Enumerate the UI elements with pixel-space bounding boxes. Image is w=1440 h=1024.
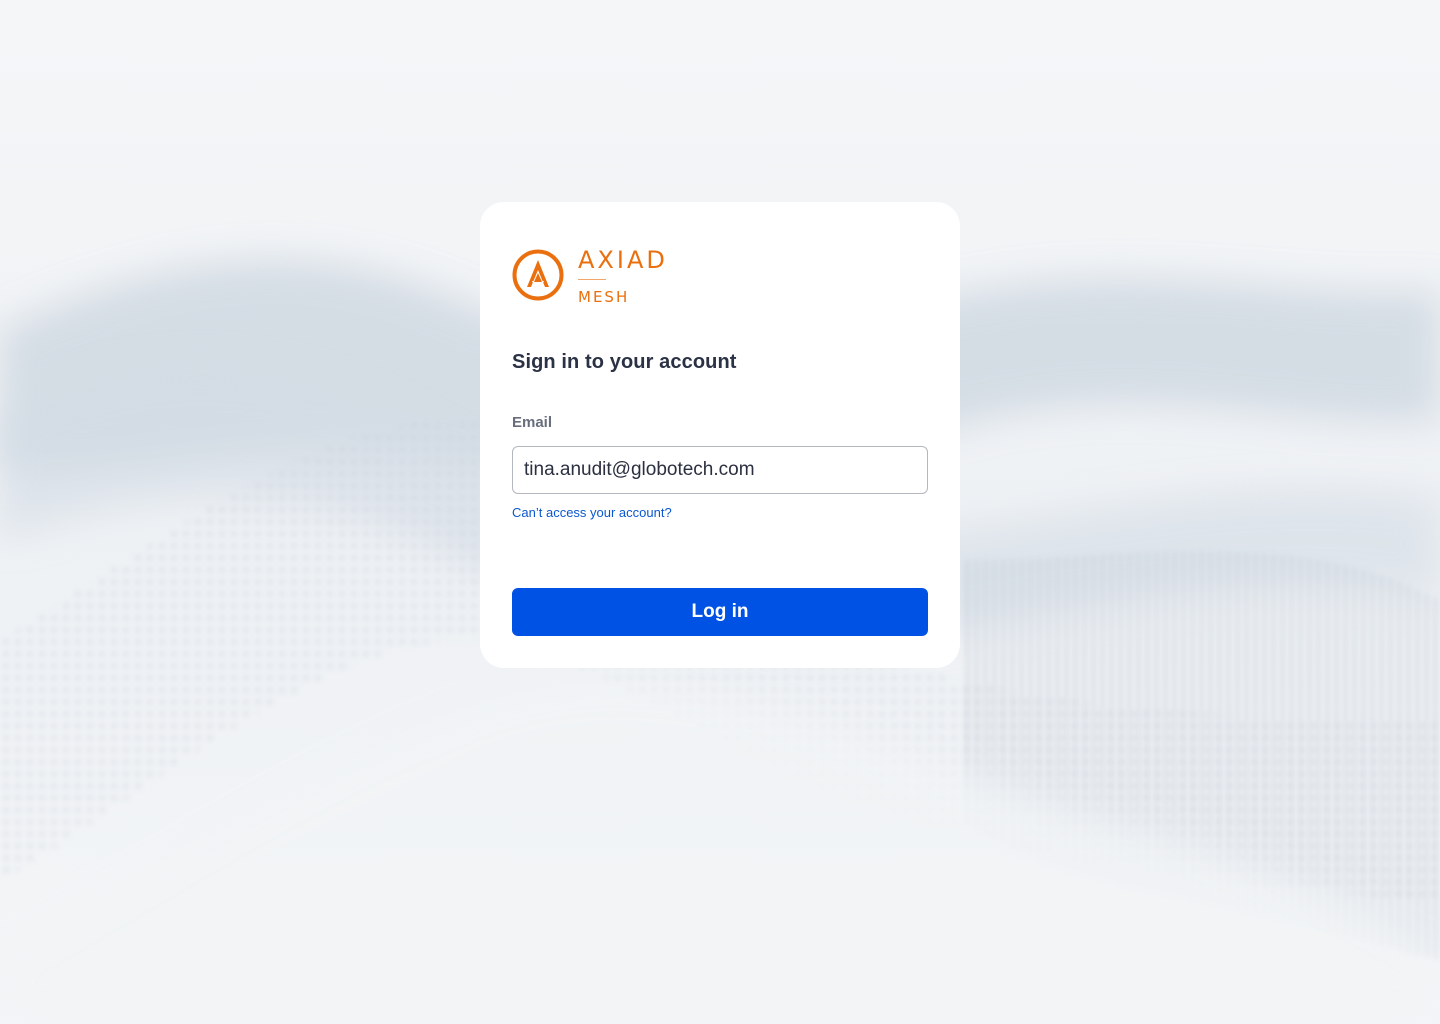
brand-product: MESH [578,288,630,306]
login-card: AXIAD MESH Sign in to your account Email… [480,202,960,668]
brand-name: AXIAD [578,246,668,274]
log-in-button[interactable]: Log in [512,588,928,636]
axiad-logo-icon [512,249,564,301]
cant-access-account-link[interactable]: Can’t access your account? [512,505,672,520]
email-field[interactable] [512,446,928,494]
email-label: Email [512,414,553,431]
brand-logo: AXIAD MESH [512,246,732,308]
logo-divider [578,279,606,280]
page-title: Sign in to your account [512,351,737,373]
